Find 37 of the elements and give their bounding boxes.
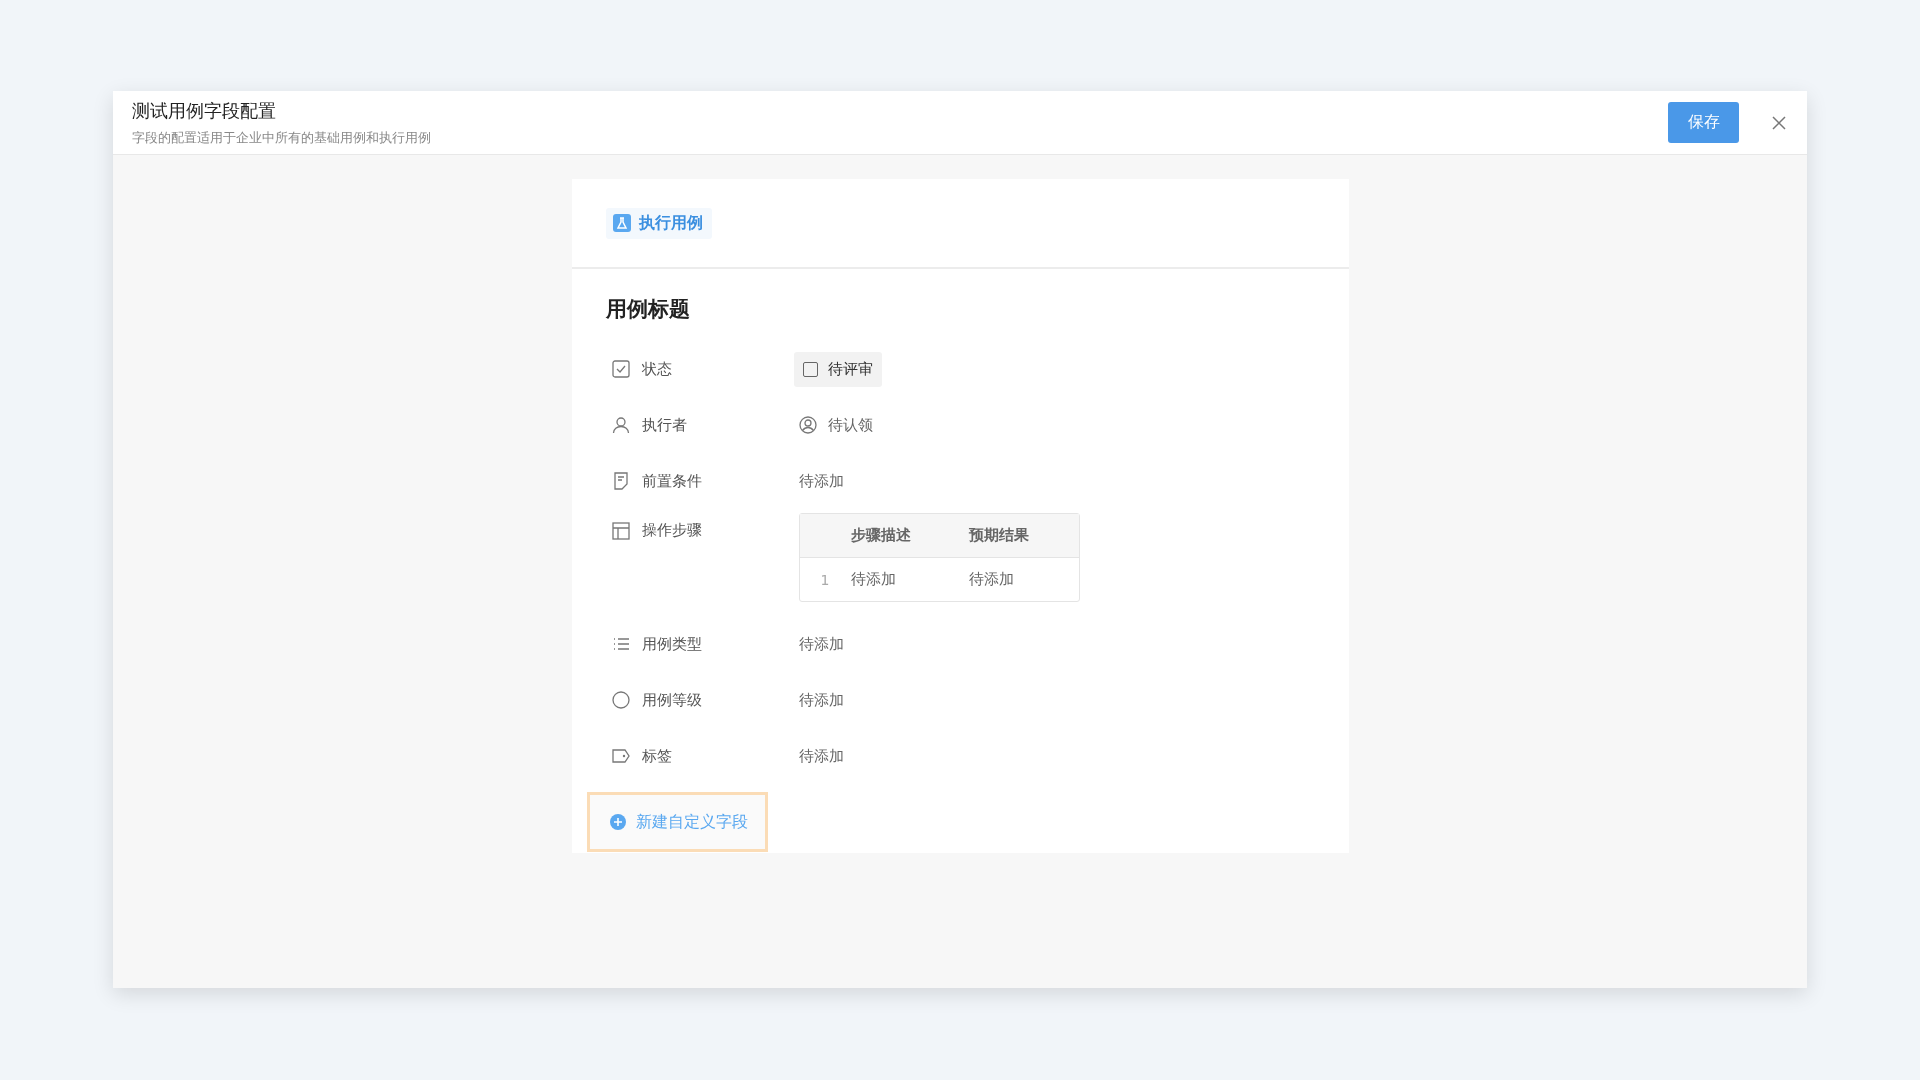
status-value: 待评审 xyxy=(827,359,873,379)
field-value: 待添加 xyxy=(798,635,844,653)
table-cell-text: 待添加 xyxy=(968,570,1015,589)
case-title-heading: 用例标题 xyxy=(605,296,691,323)
table-icon xyxy=(611,521,630,540)
dialog-title: 测试用例字段配置 xyxy=(132,98,277,123)
document-icon xyxy=(611,472,630,490)
field-label: 标签 xyxy=(641,746,672,766)
field-value: 待添加 xyxy=(798,747,844,765)
save-button[interactable]: 保存 xyxy=(1668,102,1739,143)
field-label: 用例类型 xyxy=(641,634,702,654)
checkbox-icon xyxy=(611,360,630,378)
field-value: 待添加 xyxy=(798,472,844,490)
flask-icon xyxy=(612,214,631,232)
dialog-subtitle: 字段的配置适用于企业中所有的基础用例和执行用例 xyxy=(132,128,432,147)
field-label: 执行者 xyxy=(641,415,687,435)
status-chip[interactable]: 待评审 xyxy=(793,351,882,387)
tag-icon xyxy=(611,747,630,765)
table-cell-text: 待添加 xyxy=(850,570,897,589)
close-icon[interactable] xyxy=(1771,114,1787,131)
case-type-tab[interactable]: 执行用例 xyxy=(605,207,712,239)
checkbox[interactable] xyxy=(802,361,818,377)
row-number: 1 xyxy=(820,571,830,588)
field-value: 待添加 xyxy=(798,691,844,709)
avatar-icon xyxy=(798,416,817,434)
new-custom-field-button[interactable]: 新建自定义字段 xyxy=(586,792,768,852)
user-icon xyxy=(611,416,630,434)
list-icon xyxy=(611,635,630,653)
column-header: 步骤描述 xyxy=(850,526,912,545)
plus-icon xyxy=(609,814,626,830)
field-label: 操作步骤 xyxy=(641,521,702,540)
circle-icon xyxy=(611,691,630,709)
field-label: 用例等级 xyxy=(641,690,702,710)
field-label: 状态 xyxy=(641,359,672,379)
field-value: 待认领 xyxy=(827,415,873,435)
column-header: 预期结果 xyxy=(968,526,1030,545)
field-label: 前置条件 xyxy=(641,471,702,491)
